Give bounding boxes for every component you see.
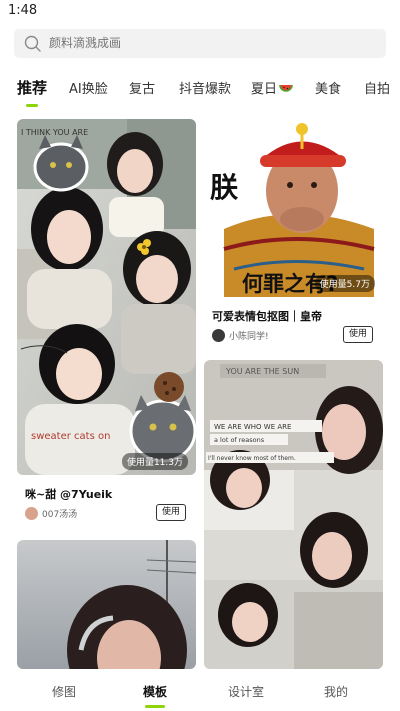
portrait-image xyxy=(17,540,196,669)
tab-recommend[interactable]: 推荐 xyxy=(17,77,47,98)
nav-active-indicator xyxy=(145,705,165,708)
avatar xyxy=(25,507,38,520)
collage-text-top: I THINK YOU ARE xyxy=(21,128,88,137)
template-thumbnail xyxy=(17,540,196,669)
tab-selfie[interactable]: 自拍 xyxy=(364,78,390,97)
status-bar: 1:48 xyxy=(0,0,400,24)
template-card[interactable]: sweater cats on I THINK YOU ARE 使用量11.3万… xyxy=(17,119,196,529)
category-tabs: 推荐 AI换脸 复古 抖音爆款 夏日 美食 自拍 xyxy=(0,72,400,108)
bottom-nav: 修图 模板 设计室 我的 xyxy=(0,669,400,711)
collage-text-sweater: sweater cats on xyxy=(31,431,110,442)
author-name: 007汤汤 xyxy=(42,510,78,520)
aesthetic-collage-image: YOU ARE THE SUN WE ARE WHO WE ARE a lot … xyxy=(204,360,383,669)
template-thumbnail: YOU ARE THE SUN WE ARE WHO WE ARE a lot … xyxy=(204,360,383,669)
template-card[interactable]: 朕 何罪之有? 使用量5.7万 可爱表情包抠图｜皇帝 小陈同学! 使用 xyxy=(204,119,383,349)
nav-profile[interactable]: 我的 xyxy=(324,683,348,700)
template-thumbnail: sweater cats on I THINK YOU ARE 使用量11.3万 xyxy=(17,119,196,475)
template-card[interactable]: YOU ARE THE SUN WE ARE WHO WE ARE a lot … xyxy=(204,360,383,669)
tab-retro[interactable]: 复古 xyxy=(129,78,155,97)
usage-count: 使用量5.7万 xyxy=(314,275,375,292)
card-author: 小陈同学! xyxy=(212,329,269,342)
collage-text-who: WE ARE WHO WE ARE xyxy=(214,423,291,431)
tab-summer[interactable]: 夏日 xyxy=(251,78,293,97)
collage-text-never: I'll never know most of them. xyxy=(208,455,296,462)
template-thumbnail: 朕 何罪之有? 使用量5.7万 xyxy=(204,119,383,297)
search-bar[interactable] xyxy=(14,29,386,58)
nav-templates[interactable]: 模板 xyxy=(143,683,167,700)
meme-char: 朕 xyxy=(210,171,239,204)
search-input[interactable] xyxy=(49,29,369,58)
tab-ai-faceswap[interactable]: AI换脸 xyxy=(69,78,108,97)
status-time: 1:48 xyxy=(8,3,38,18)
use-button[interactable]: 使用 xyxy=(156,504,186,521)
card-title: 可爱表情包抠图｜皇帝 xyxy=(212,310,322,323)
template-card[interactable] xyxy=(17,540,196,669)
use-button[interactable]: 使用 xyxy=(343,326,373,343)
emperor-meme-image: 朕 何罪之有? xyxy=(204,119,383,297)
collage-text-sun: YOU ARE THE SUN xyxy=(225,367,299,376)
card-title: 咪~甜 @7Yueik xyxy=(25,488,113,501)
nav-design-studio[interactable]: 设计室 xyxy=(228,683,264,700)
card-author: 007汤汤 xyxy=(25,507,77,520)
usage-count: 使用量11.3万 xyxy=(121,453,188,470)
tab-food[interactable]: 美食 xyxy=(315,78,341,97)
tab-summer-label: 夏日 xyxy=(251,82,278,97)
tab-douyin-hits[interactable]: 抖音爆款 xyxy=(179,78,231,97)
tab-active-indicator xyxy=(26,104,38,107)
avatar xyxy=(212,329,225,342)
collage-image: sweater cats on I THINK YOU ARE xyxy=(17,119,196,475)
search-icon xyxy=(24,35,41,52)
author-name: 小陈同学! xyxy=(229,332,269,342)
collage-text-reasons: a lot of reasons xyxy=(214,436,265,444)
watermelon-icon xyxy=(279,84,293,92)
nav-edit-photo[interactable]: 修图 xyxy=(52,683,76,700)
